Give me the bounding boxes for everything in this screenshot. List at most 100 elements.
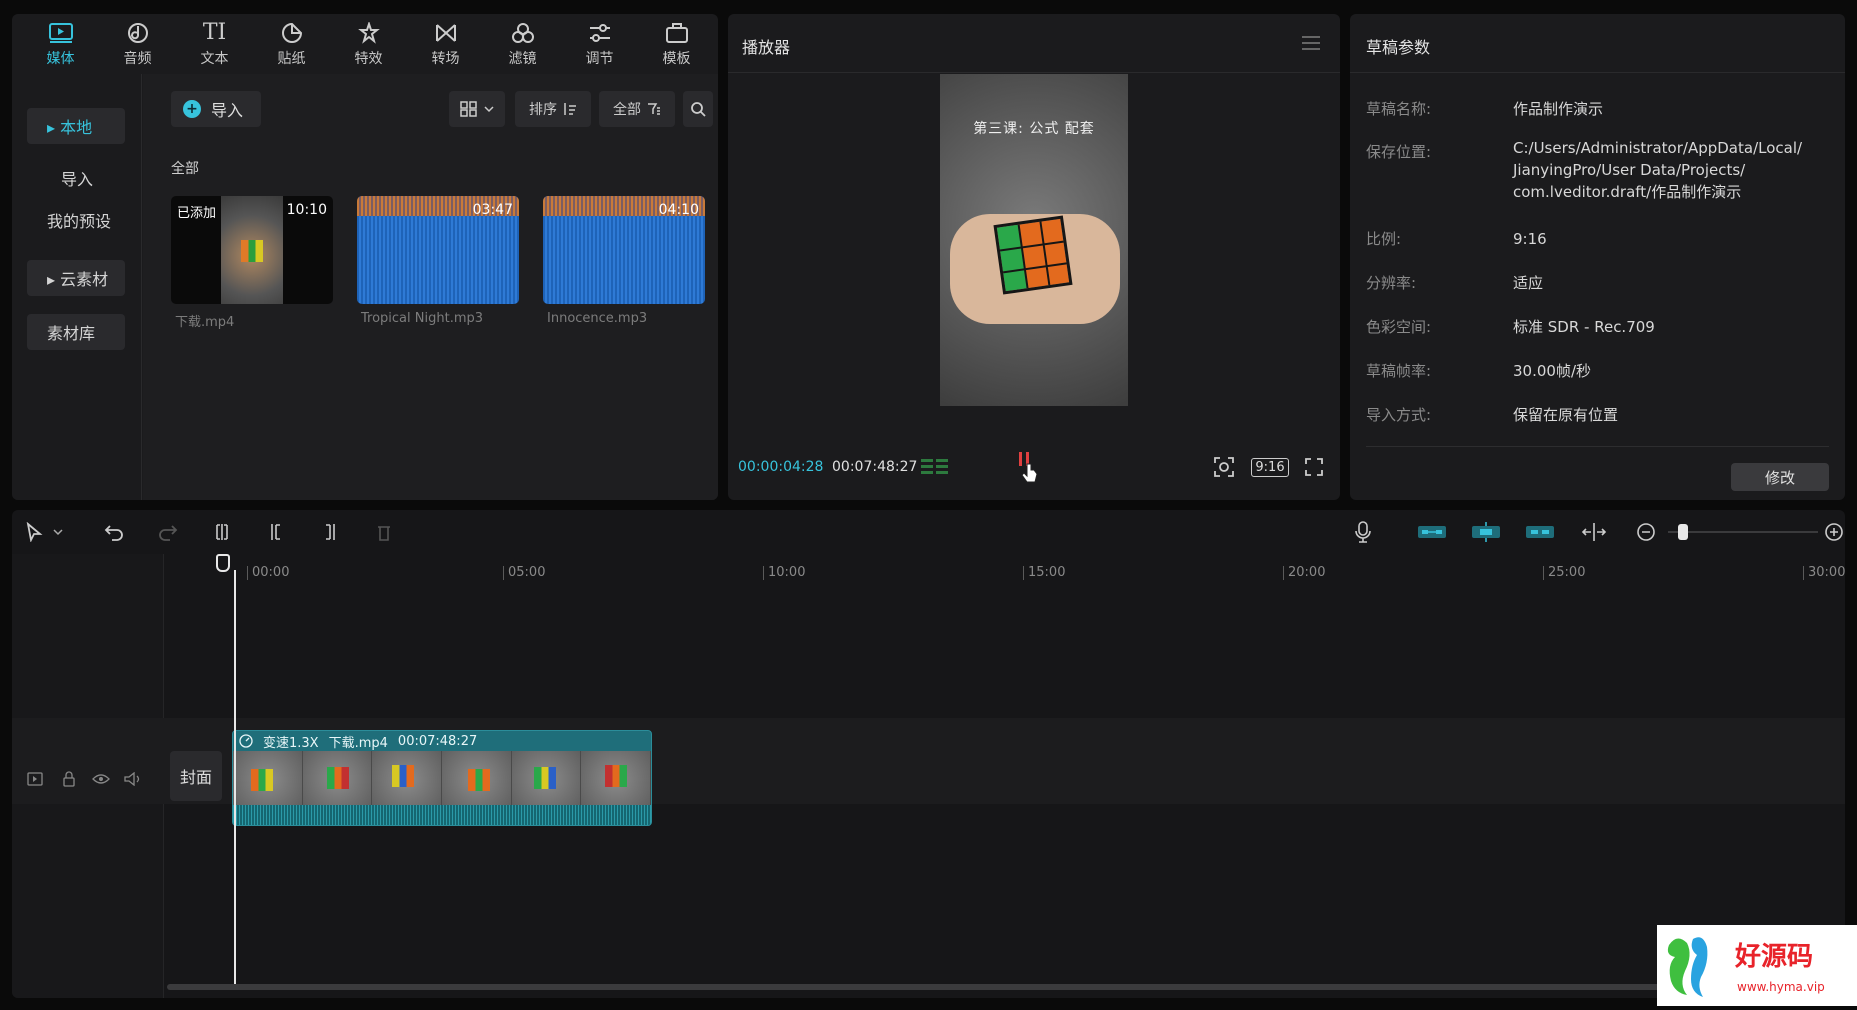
timeline-toolbar bbox=[12, 510, 1845, 554]
preview-axis-button[interactable] bbox=[1578, 518, 1610, 546]
chevron-down-icon bbox=[53, 529, 63, 536]
zoom-slider-track bbox=[1668, 531, 1818, 533]
media-item-name: Tropical Night.mp3 bbox=[361, 311, 484, 326]
tab-filter[interactable]: 滤镜 bbox=[484, 14, 561, 74]
filter-button[interactable]: 全部 bbox=[599, 91, 675, 127]
pause-button[interactable] bbox=[1012, 452, 1042, 483]
video-caption: 第三课: 公式 配套 bbox=[973, 121, 1095, 137]
tab-adjust[interactable]: 调节 bbox=[561, 14, 638, 74]
horizontal-scrollbar[interactable] bbox=[167, 984, 1667, 990]
view-mode-button[interactable] bbox=[449, 91, 505, 127]
fullscreen-button[interactable] bbox=[1300, 454, 1328, 480]
media-tabs: 媒体 音频 TI 文本 贴纸 特效 转场 滤镜 调节 模板 bbox=[12, 14, 718, 74]
auto-snap-button[interactable] bbox=[1470, 518, 1502, 546]
sticker-icon bbox=[279, 21, 305, 45]
link-button[interactable] bbox=[1524, 518, 1556, 546]
clip-frames bbox=[233, 751, 651, 807]
tab-label: 媒体 bbox=[46, 50, 75, 67]
audio-icon bbox=[125, 21, 151, 45]
media-item-audio[interactable]: 04:10 bbox=[543, 196, 705, 304]
cover-toggle-icon[interactable] bbox=[26, 770, 44, 788]
snap-icon bbox=[1472, 522, 1500, 542]
tab-sticker[interactable]: 贴纸 bbox=[253, 14, 330, 74]
tab-label: 音频 bbox=[123, 50, 152, 67]
tab-effects[interactable]: 特效 bbox=[330, 14, 407, 74]
modify-button[interactable]: 修改 bbox=[1731, 463, 1829, 491]
zoom-in-button[interactable] bbox=[1820, 518, 1845, 546]
sort-label: 排序 bbox=[529, 102, 557, 118]
cover-button[interactable]: 封面 bbox=[170, 751, 222, 801]
sort-button[interactable]: 排序 bbox=[515, 91, 591, 127]
sidebar-item-cloud[interactable]: ▸ 云素材 bbox=[27, 260, 125, 296]
main-track-magnet-button[interactable] bbox=[1416, 518, 1448, 546]
split-left-button[interactable] bbox=[262, 518, 290, 546]
zoom-out-icon bbox=[1637, 523, 1655, 541]
redo-button[interactable] bbox=[154, 518, 182, 546]
zoom-in-icon bbox=[1825, 523, 1843, 541]
param-key: 草稿帧率: bbox=[1366, 362, 1432, 380]
zoom-slider-handle[interactable] bbox=[1678, 524, 1688, 540]
media-item-audio[interactable]: 03:47 bbox=[357, 196, 519, 304]
split-right-button[interactable] bbox=[316, 518, 344, 546]
sidebar-item-presets[interactable]: 我的预设 bbox=[27, 202, 125, 238]
clip-header: 变速1.3X 下载.mp4 00:07:48:27 bbox=[233, 731, 651, 751]
param-key: 分辨率: bbox=[1366, 274, 1417, 292]
divider bbox=[1366, 446, 1829, 447]
sidebar-item-import[interactable]: 导入 bbox=[27, 160, 125, 196]
select-tool-dropdown[interactable] bbox=[50, 518, 66, 546]
search-icon bbox=[691, 102, 706, 117]
sidebar-item-library[interactable]: 素材库 bbox=[27, 314, 125, 350]
video-preview[interactable]: 第三课: 公式 配套 bbox=[940, 74, 1128, 406]
plus-icon: + bbox=[183, 100, 201, 118]
lock-icon[interactable] bbox=[60, 770, 78, 788]
speed-icon bbox=[239, 734, 253, 748]
tab-text[interactable]: TI 文本 bbox=[176, 14, 253, 74]
import-button[interactable]: + 导入 bbox=[171, 91, 261, 127]
tab-media[interactable]: 媒体 bbox=[22, 14, 99, 74]
tab-transition[interactable]: 转场 bbox=[407, 14, 484, 74]
speaker-icon[interactable] bbox=[124, 770, 142, 788]
clip-speed: 变速1.3X bbox=[263, 735, 319, 751]
split-button[interactable] bbox=[208, 518, 236, 546]
menu-icon[interactable] bbox=[1302, 36, 1320, 50]
ratio-label: 9:16 bbox=[1251, 457, 1289, 477]
cube-image bbox=[241, 240, 263, 262]
divider bbox=[728, 72, 1340, 73]
search-button[interactable] bbox=[683, 91, 713, 127]
playhead-handle[interactable] bbox=[216, 554, 230, 572]
record-audio-button[interactable] bbox=[1349, 518, 1377, 546]
undo-button[interactable] bbox=[100, 518, 128, 546]
playhead[interactable] bbox=[234, 570, 236, 988]
delete-button[interactable] bbox=[370, 518, 398, 546]
zoom-slider[interactable] bbox=[1662, 518, 1822, 546]
audio-meter bbox=[920, 454, 950, 480]
clip-frame bbox=[302, 751, 373, 807]
cube-image bbox=[993, 215, 1073, 295]
time-ruler[interactable]: 00:00 05:00 10:00 15:00 20:00 25:00 30:0… bbox=[164, 554, 1845, 584]
player-title: 播放器 bbox=[742, 38, 791, 57]
param-value: 9:16 bbox=[1513, 230, 1547, 248]
tab-template[interactable]: 模板 bbox=[638, 14, 715, 74]
clip-frame bbox=[233, 751, 303, 807]
svg-text:好源码: 好源码 bbox=[1734, 942, 1813, 972]
template-icon bbox=[664, 21, 690, 45]
media-content: + 导入 排序 全部 全部 已添加 10:10 下载.mp4 03:47 Tro… bbox=[143, 74, 718, 500]
logo-icon: 好源码 www.hyma.vip bbox=[1667, 937, 1825, 997]
grid-icon bbox=[460, 101, 477, 117]
tab-label: 滤镜 bbox=[508, 50, 537, 67]
cursor-icon bbox=[26, 522, 43, 542]
video-clip[interactable]: 变速1.3X 下载.mp4 00:07:48:27 bbox=[232, 730, 652, 826]
eye-icon[interactable] bbox=[92, 770, 110, 788]
ratio-button[interactable]: 9:16 bbox=[1250, 454, 1290, 480]
media-item-video[interactable]: 已添加 10:10 bbox=[171, 196, 333, 304]
added-badge: 已添加 bbox=[177, 206, 217, 221]
params-title: 草稿参数 bbox=[1366, 38, 1431, 57]
select-tool-button[interactable] bbox=[20, 518, 48, 546]
sidebar-item-local[interactable]: ▸ 本地 bbox=[27, 108, 125, 144]
tab-audio[interactable]: 音频 bbox=[99, 14, 176, 74]
zoom-fit-button[interactable] bbox=[1210, 454, 1238, 480]
media-icon bbox=[48, 21, 74, 45]
link-icon bbox=[1526, 526, 1554, 538]
zoom-out-button[interactable] bbox=[1632, 518, 1660, 546]
divider bbox=[1350, 72, 1845, 73]
